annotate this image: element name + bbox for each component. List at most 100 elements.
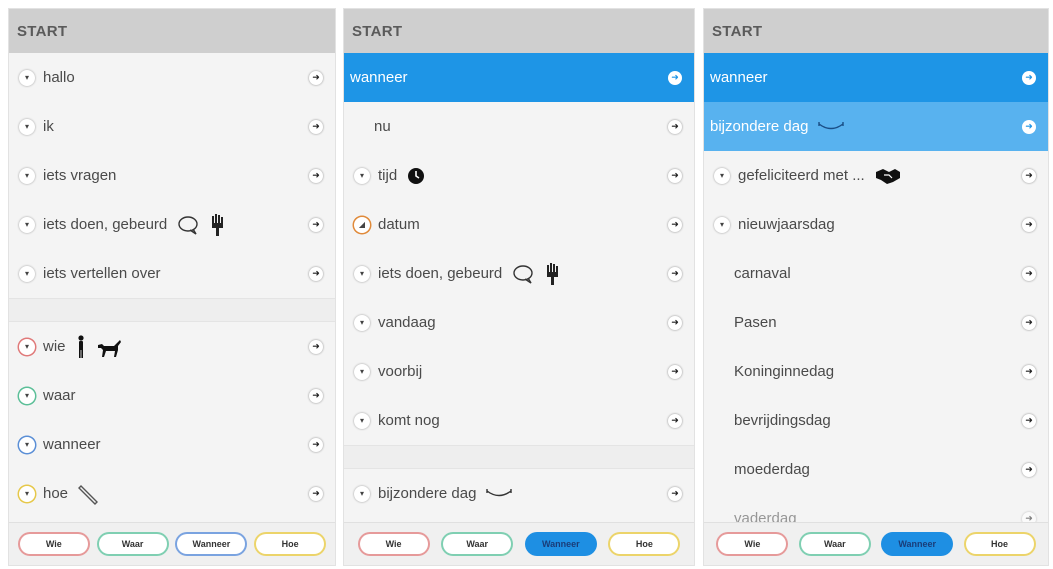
list-item[interactable]: ▾ hoe ➜ [9,469,335,518]
list-item[interactable]: moederdag ➜ [704,445,1048,494]
list-item[interactable]: ▾ vandaag ➜ [344,298,694,347]
arrow-right-icon[interactable]: ➜ [668,315,682,330]
chevron-down-icon[interactable]: ▾ [354,265,370,282]
chevron-down-icon[interactable]: ▾ [19,338,35,355]
item-label: iets doen, gebeurd [43,216,168,233]
wie-button[interactable]: Wie [19,534,88,554]
item-label: iets doen, gebeurd [378,265,503,282]
waar-button[interactable]: Waar [98,534,167,554]
arrow-right-icon[interactable]: ➜ [309,266,323,281]
list-item[interactable]: ▾ waar ➜ [9,371,335,420]
chevron-down-icon[interactable]: ▾ [354,363,370,380]
chevron-down-icon[interactable]: ▾ [19,167,35,184]
arrow-right-icon[interactable]: ➜ [668,119,682,134]
chevron-down-icon[interactable]: ▾ [714,216,730,233]
garland-icon [818,121,845,133]
wanneer-button[interactable]: Wanneer [177,534,246,554]
arrow-right-icon[interactable]: ➜ [1022,217,1036,232]
arrow-right-icon[interactable]: ➜ [668,486,682,501]
arrow-right-icon[interactable]: ➜ [1022,70,1036,85]
chevron-down-icon[interactable]: ▾ [714,167,730,184]
list-item[interactable]: carnaval ➜ [704,249,1048,298]
list-item[interactable]: nu ➜ [344,102,694,151]
chevron-down-icon[interactable]: ▾ [19,387,35,404]
list-item[interactable]: ◢ datum ➜ [344,200,694,249]
chevron-down-icon[interactable]: ▾ [354,167,370,184]
chevron-down-icon[interactable]: ▾ [19,265,35,282]
chevron-down-icon[interactable]: ▾ [354,485,370,502]
arrow-right-icon[interactable]: ➜ [309,119,323,134]
waar-button[interactable]: Waar [800,534,869,554]
list-item[interactable]: bevrijdingsdag ➜ [704,396,1048,445]
panel-header[interactable]: START [344,9,694,53]
list-item-selected[interactable]: wanneer ➜ [704,53,1048,102]
item-label: iets vragen [43,167,117,184]
panel-header[interactable]: START [9,9,335,53]
list-item[interactable]: ▾ iets doen, gebeurd ➜ [9,200,335,249]
item-label: Pasen [734,314,777,331]
chevron-down-icon[interactable]: ▾ [19,485,35,502]
arrow-right-icon[interactable]: ➜ [1022,364,1036,379]
wanneer-button[interactable]: Wanneer [526,534,595,554]
arrow-right-icon[interactable]: ➜ [1022,119,1036,134]
arrow-right-icon[interactable]: ➜ [309,168,323,183]
arrow-right-icon[interactable]: ➜ [309,217,323,232]
item-label: nu [374,118,391,135]
arrow-right-icon[interactable]: ➜ [1022,315,1036,330]
arrow-right-icon[interactable]: ➜ [309,339,323,354]
chevron-down-icon[interactable]: ▾ [19,436,35,453]
pencil-icon [78,483,100,505]
arrow-right-icon[interactable]: ➜ [668,364,682,379]
arrow-right-icon[interactable]: ➜ [668,266,682,281]
chevron-down-icon[interactable]: ▾ [19,216,35,233]
arrow-right-icon[interactable]: ➜ [1022,413,1036,428]
arrow-right-icon[interactable]: ➜ [309,437,323,452]
date-picker-icon[interactable]: ◢ [354,216,370,233]
list-item[interactable]: ▾ komt nog ➜ [344,396,694,445]
list-item-selected[interactable]: wanneer ➜ [344,53,694,102]
waar-button[interactable]: Waar [443,534,512,554]
wie-button[interactable]: Wie [718,534,787,554]
list-item[interactable]: ▾ tijd ➜ [344,151,694,200]
item-list: wanneer ➜ nu ➜ ▾ tijd ➜ ◢ datum ➜ ▾ iets… [344,53,694,518]
item-label: moederdag [734,461,810,478]
arrow-right-icon[interactable]: ➜ [1022,168,1036,183]
list-item[interactable]: ▾ nieuwjaarsdag ➜ [704,200,1048,249]
list-item[interactable]: ▾ iets vragen ➜ [9,151,335,200]
list-item[interactable]: Koninginnedag ➜ [704,347,1048,396]
panel-wanneer-menu: START wanneer ➜ nu ➜ ▾ tijd ➜ ◢ datum ➜ … [343,8,695,566]
list-item[interactable]: ▾ ik ➜ [9,102,335,151]
arrow-right-icon[interactable]: ➜ [309,70,323,85]
arrow-right-icon[interactable]: ➜ [668,70,682,85]
list-item[interactable]: ▾ wanneer ➜ [9,420,335,469]
arrow-right-icon[interactable]: ➜ [309,486,323,501]
list-item-selected[interactable]: bijzondere dag ➜ [704,102,1048,151]
list-item[interactable]: ▾ hallo ➜ [9,53,335,102]
arrow-right-icon[interactable]: ➜ [668,168,682,183]
arrow-right-icon[interactable]: ➜ [668,217,682,232]
hoe-button[interactable]: Hoe [965,534,1034,554]
chevron-down-icon[interactable]: ▾ [19,118,35,135]
panel-header[interactable]: START [704,9,1048,53]
list-item[interactable]: ▾ wie ➜ [9,322,335,371]
wanneer-button[interactable]: Wanneer [883,534,952,554]
list-item[interactable]: Pasen ➜ [704,298,1048,347]
list-item[interactable]: ▾ voorbij ➜ [344,347,694,396]
wie-button[interactable]: Wie [359,534,428,554]
hand-tool-icon [544,262,560,285]
list-item[interactable]: ▾ bijzondere dag ➜ [344,469,694,518]
list-item[interactable]: ▾ iets vertellen over ➜ [9,249,335,298]
chevron-down-icon[interactable]: ▾ [19,69,35,86]
hoe-button[interactable]: Hoe [256,534,325,554]
arrow-right-icon[interactable]: ➜ [309,388,323,403]
arrow-right-icon[interactable]: ➜ [668,413,682,428]
chevron-down-icon[interactable]: ▾ [354,412,370,429]
arrow-right-icon[interactable]: ➜ [1022,266,1036,281]
arrow-right-icon[interactable]: ➜ [1022,462,1036,477]
hoe-button[interactable]: Hoe [610,534,679,554]
chevron-down-icon[interactable]: ▾ [354,314,370,331]
list-item[interactable]: ▾ gefeliciteerd met ... ➜ [704,151,1048,200]
list-item[interactable]: ▾ iets doen, gebeurd ➜ [344,249,694,298]
category-bar: Wie Waar Wanneer Hoe [704,522,1048,565]
item-list: wanneer ➜ bijzondere dag ➜ ▾ gefelicitee… [704,53,1048,543]
